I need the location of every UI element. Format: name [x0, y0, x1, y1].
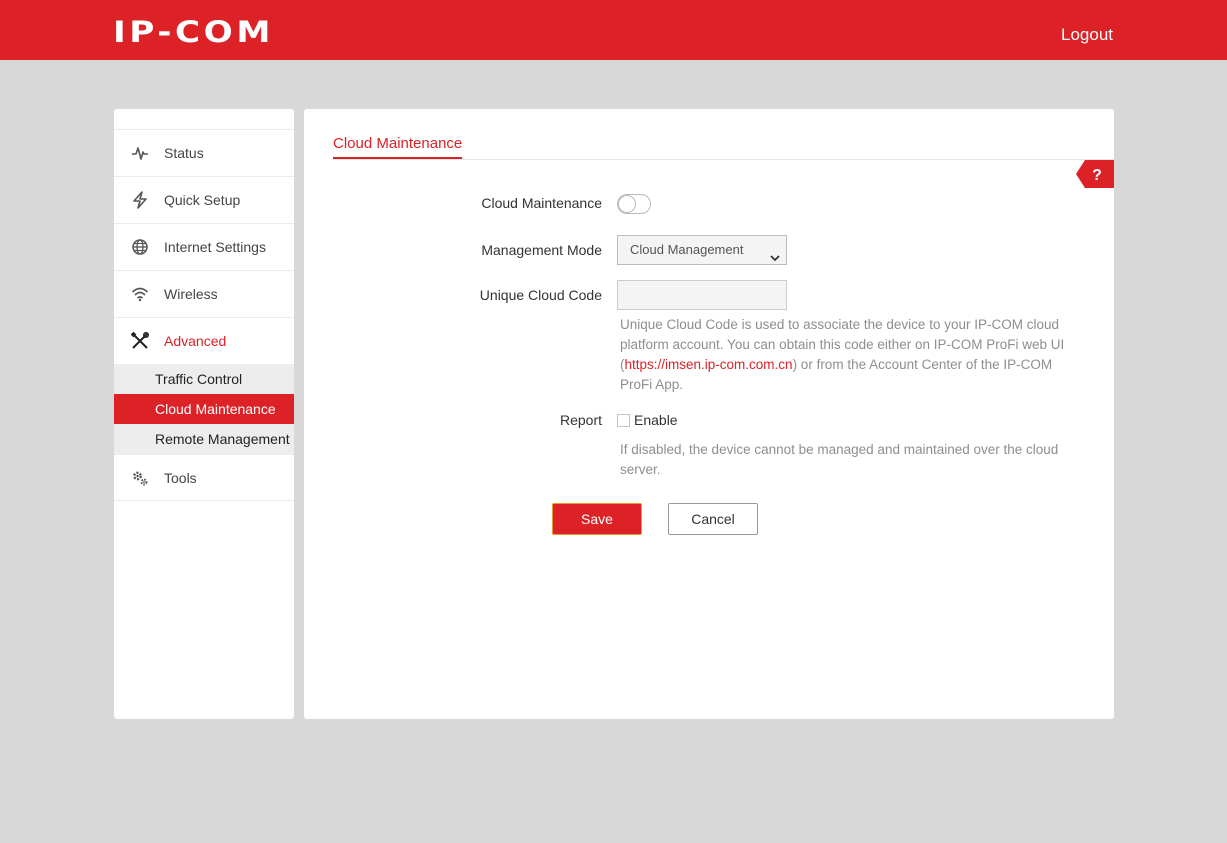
chevron-down-icon — [770, 245, 780, 273]
ip-com-logo: IP-COM — [113, 15, 274, 49]
cloud-maintenance-label: Cloud Maintenance — [481, 195, 602, 211]
sidebar-item-label: Quick Setup — [164, 192, 241, 208]
main-panel: Cloud Maintenance ? Cloud Maintenance Ma… — [304, 109, 1114, 719]
report-enable-label[interactable]: Enable — [634, 411, 678, 429]
top-bar: IP-COM Logout — [0, 0, 1227, 60]
tools-icon — [130, 331, 150, 351]
tab-divider — [333, 159, 1114, 160]
sidebar-item-quick-setup[interactable]: Quick Setup — [114, 176, 294, 223]
toggle-knob — [618, 195, 636, 213]
gears-icon — [130, 468, 150, 488]
sidebar-item-advanced[interactable]: Advanced — [114, 317, 294, 364]
help-label: ? — [1092, 167, 1102, 184]
sidebar-item-label: Tools — [164, 469, 197, 486]
sidebar-item-label: Wireless — [164, 286, 218, 302]
lightning-icon — [130, 190, 150, 210]
unique-cloud-code-input[interactable] — [617, 280, 787, 310]
sidebar-subitem-cloud-maintenance[interactable]: Cloud Maintenance — [114, 394, 294, 424]
sidebar-item-label: Advanced — [164, 333, 227, 349]
help-button[interactable]: ? — [1076, 160, 1114, 188]
wifi-icon — [130, 284, 150, 304]
management-mode-label: Management Mode — [481, 242, 602, 258]
unique-cloud-code-label: Unique Cloud Code — [479, 287, 602, 303]
report-label: Report — [559, 412, 602, 428]
tab-cloud-maintenance[interactable]: Cloud Maintenance — [333, 135, 463, 159]
help-icon: ? — [1076, 160, 1114, 188]
sidebar: Status Quick Setup Internet Settings Wir… — [114, 109, 294, 719]
sidebar-subitem-remote-management[interactable]: Remote Management — [114, 424, 294, 454]
management-mode-value: Cloud Management — [630, 242, 744, 257]
save-button[interactable]: Save — [552, 503, 642, 535]
report-enable-checkbox[interactable] — [617, 414, 630, 427]
sidebar-item-internet-settings[interactable]: Internet Settings — [114, 223, 294, 270]
logout-link[interactable]: Logout — [1061, 24, 1113, 46]
cloud-maintenance-toggle[interactable] — [617, 194, 651, 214]
sidebar-item-wireless[interactable]: Wireless — [114, 270, 294, 317]
imsen-link[interactable]: https://imsen.ip-com.com.cn — [625, 357, 793, 372]
report-note: If disabled, the device cannot be manage… — [620, 442, 1059, 477]
cancel-button[interactable]: Cancel — [668, 503, 758, 535]
sidebar-item-label: Internet Settings — [164, 239, 266, 255]
globe-icon — [130, 237, 150, 257]
unique-cloud-code-note: Unique Cloud Code is used to associate t… — [620, 315, 1080, 395]
sidebar-item-label: Status — [164, 145, 204, 161]
pulse-icon — [130, 143, 150, 163]
sidebar-item-tools[interactable]: Tools — [114, 454, 294, 501]
management-mode-select[interactable]: Cloud Management — [617, 235, 787, 265]
sidebar-item-status[interactable]: Status — [114, 129, 294, 176]
sidebar-subitem-traffic-control[interactable]: Traffic Control — [114, 364, 294, 394]
